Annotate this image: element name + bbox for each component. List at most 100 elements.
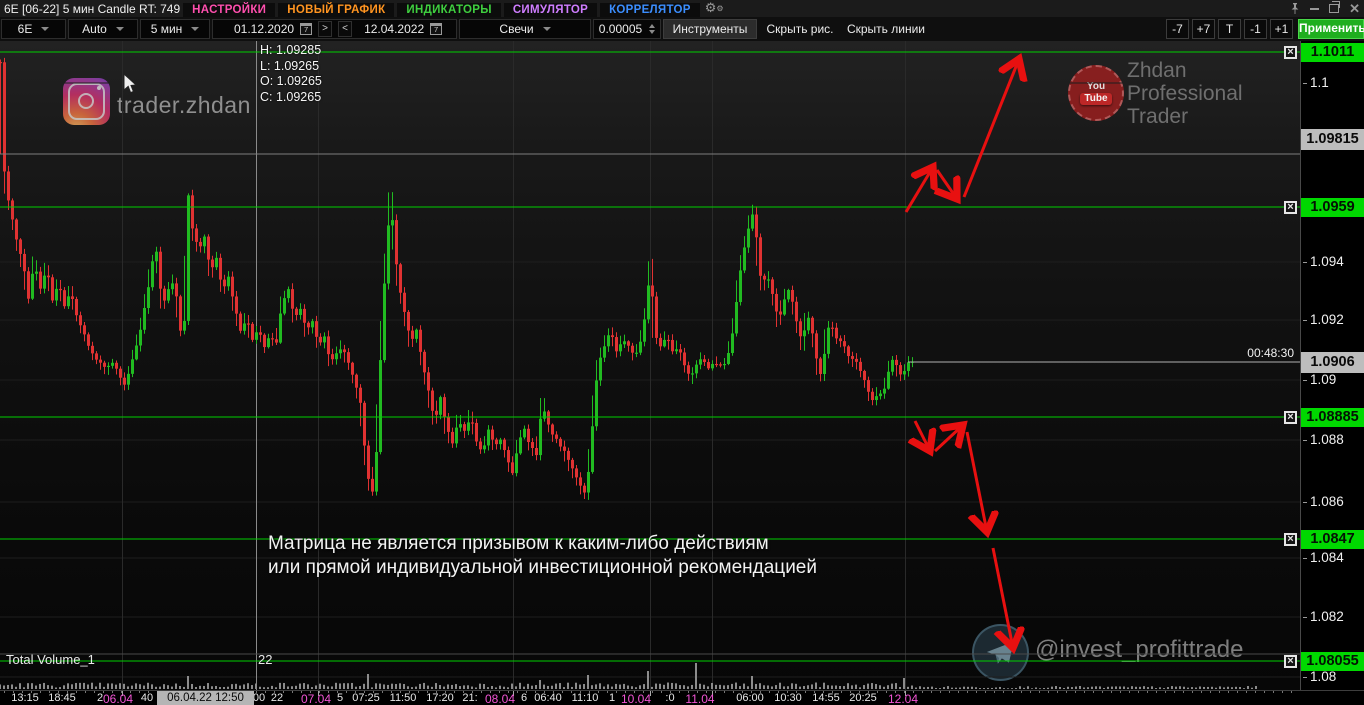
volume-bar (499, 685, 501, 689)
red-arrow[interactable] (933, 425, 963, 453)
candle-body (415, 329, 418, 339)
volume-bar (763, 685, 765, 689)
candle-body (255, 332, 258, 340)
timeframe-dropdown[interactable]: 5 мин (140, 19, 210, 39)
restore-icon[interactable] (1329, 1, 1341, 13)
time-tick (940, 691, 941, 693)
volume-bar (719, 684, 721, 689)
volume-bar (1075, 686, 1077, 689)
time-tick (1156, 691, 1157, 693)
volume-bar (851, 685, 853, 689)
red-arrow[interactable] (962, 59, 1019, 198)
remove-level-checkbox[interactable]: × (1284, 655, 1297, 668)
date-to-field[interactable]: 12.04.2022 (364, 22, 424, 36)
volume-bar (223, 687, 225, 689)
time-tick (76, 691, 77, 693)
menu-item-коррелятор[interactable]: КОРРЕЛЯТОР (600, 2, 700, 17)
shift-button--7[interactable]: -7 (1166, 19, 1189, 39)
candle-body (263, 334, 266, 348)
candle-body (71, 296, 74, 299)
candle-body (895, 359, 898, 366)
volume-bar (611, 686, 613, 689)
shift-button-+7[interactable]: +7 (1192, 19, 1215, 39)
minimize-icon[interactable] (1310, 7, 1320, 10)
calendar-icon[interactable]: 7 (430, 23, 443, 35)
menu-item-настройки[interactable]: НАСТРОЙКИ (183, 2, 276, 17)
chart-type-dropdown[interactable]: Свечи (459, 19, 591, 39)
menu-item-индикаторы[interactable]: ИНДИКАТОРЫ (397, 2, 501, 17)
time-axis[interactable]: 13:15 18:45 2 06.04 40 00 22 07.04 5 07:25 11:50 17… (0, 690, 1364, 705)
candle-body (243, 323, 246, 331)
chart-area[interactable]: trader.zhdan You Tube Zhdan Professional… (0, 41, 1300, 690)
candle-body (123, 377, 126, 385)
candle-body (767, 279, 770, 281)
candle-body (727, 353, 730, 364)
volume-bar (395, 683, 397, 689)
volume-bar (1219, 686, 1221, 689)
price-axis[interactable]: 1.1 1.094 1.092 1.09 1.088 1.086 1.084 1.082 1.0… (1300, 41, 1364, 705)
red-arrow[interactable] (991, 547, 1013, 648)
remove-level-checkbox[interactable]: × (1284, 533, 1297, 546)
volume-bar (115, 684, 117, 689)
step-back-button[interactable]: < (338, 21, 353, 37)
candle-body (435, 410, 438, 415)
spinner-arrows-icon[interactable] (649, 24, 656, 34)
volume-bar (931, 686, 933, 689)
volume-bar (47, 685, 49, 689)
date-label: 08.04 (484, 692, 516, 705)
volume-bar (919, 686, 921, 689)
candle-body (475, 422, 478, 442)
hide-drawings-button[interactable]: Скрыть рис. (761, 19, 839, 39)
price-step-spinner[interactable]: 0.00005 (593, 19, 661, 39)
time-tick (679, 691, 680, 693)
volume-bar (1151, 686, 1153, 689)
time-tick (1039, 691, 1040, 693)
step-forward-button[interactable]: > (318, 21, 333, 37)
forecast-arrows[interactable] (904, 59, 1019, 648)
volume-bar (635, 687, 637, 689)
mouse-cursor-icon (123, 72, 139, 100)
menu-item-новый-график[interactable]: НОВЫЙ ГРАФИК (278, 2, 395, 17)
volume-bar (283, 682, 285, 689)
menu-item-симулятор[interactable]: СИМУЛЯТОР (503, 2, 598, 17)
shift-button-T[interactable]: T (1218, 19, 1241, 39)
volume-bar (487, 687, 489, 689)
shift-button--1[interactable]: -1 (1244, 19, 1267, 39)
remove-level-checkbox[interactable]: × (1284, 411, 1297, 424)
pin-icon[interactable] (1290, 2, 1300, 15)
time-tick (976, 691, 977, 693)
price-plot[interactable] (0, 41, 1300, 690)
calendar-icon[interactable]: 7 (300, 23, 313, 35)
red-arrow[interactable] (937, 169, 957, 199)
candle-body (811, 317, 814, 334)
red-arrow[interactable] (915, 420, 930, 451)
symbol-dropdown[interactable]: 6E (1, 19, 66, 39)
volume-bar (847, 683, 849, 689)
mode-dropdown[interactable]: Auto (68, 19, 138, 39)
volume-bar (523, 686, 525, 689)
candle-body (3, 62, 6, 172)
shift-button-+1[interactable]: +1 (1270, 19, 1293, 39)
price-tick-label: 1.086 (1303, 494, 1344, 510)
time-tick (1237, 691, 1238, 693)
hide-lines-button[interactable]: Скрыть линии (841, 19, 931, 39)
time-tick (1282, 691, 1283, 693)
candle-body (775, 293, 778, 312)
volume-bar (771, 686, 773, 689)
date-from-field[interactable]: 01.12.2020 (234, 22, 294, 36)
red-arrow[interactable] (904, 167, 933, 213)
candle-body (487, 429, 490, 446)
red-arrow[interactable] (965, 431, 987, 532)
remove-level-checkbox[interactable]: × (1284, 46, 1297, 59)
candle-body (391, 220, 394, 226)
volume-bar (167, 685, 169, 689)
apply-button[interactable]: Применить (1298, 19, 1364, 39)
candle-body (831, 327, 834, 329)
volume-bar (407, 686, 409, 689)
remove-level-checkbox[interactable]: × (1284, 201, 1297, 214)
settings-gear-icon[interactable]: ⚙⚙ (705, 1, 724, 16)
volume-bar (975, 687, 977, 689)
tools-button[interactable]: Инструменты (663, 19, 757, 39)
close-icon[interactable]: ✕ (1349, 2, 1360, 15)
candle-body (315, 321, 318, 337)
